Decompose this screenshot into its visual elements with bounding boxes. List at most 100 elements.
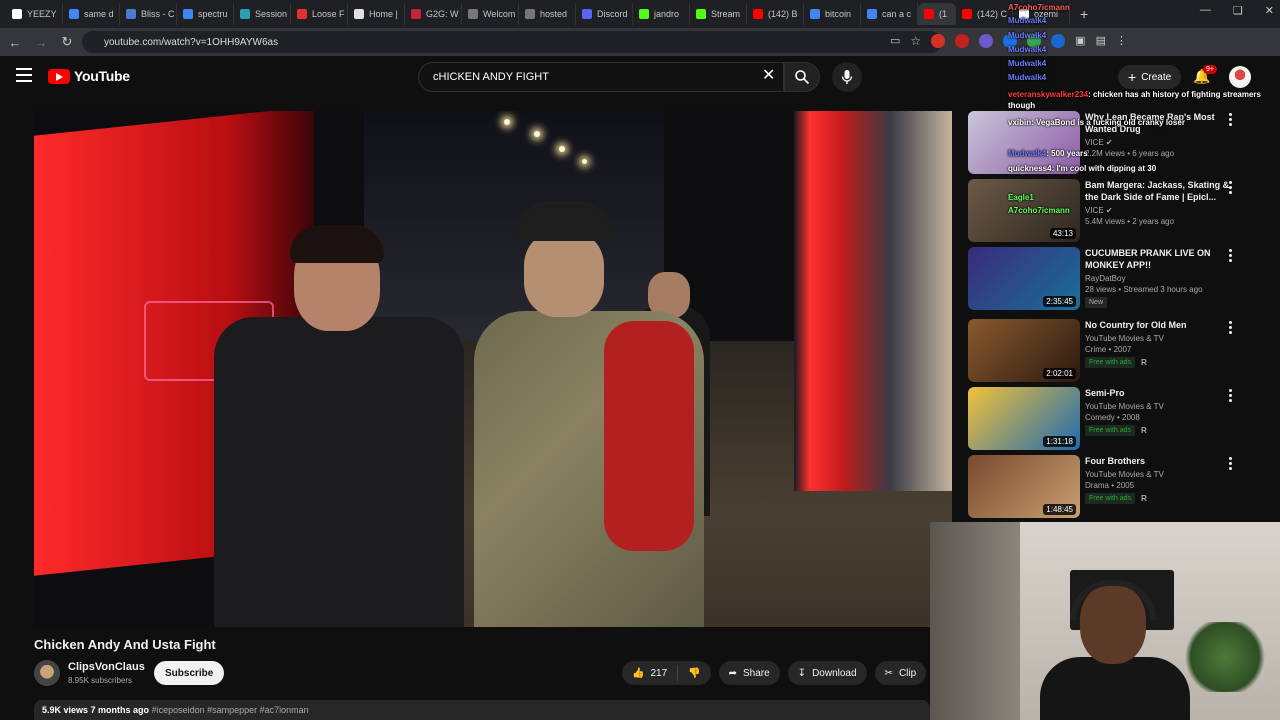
sidepanel-icon[interactable]: ▤ <box>1096 34 1106 48</box>
forward-icon[interactable]: → <box>30 35 52 50</box>
browser-tab[interactable]: ozemi <box>1013 3 1070 25</box>
browser-tab-label: ozemi <box>1034 9 1059 19</box>
webcam-person-shirt <box>1040 657 1190 720</box>
rec-channel[interactable]: VICE ✔ <box>1085 206 1235 215</box>
rec-title[interactable]: Four Brothers <box>1085 455 1235 467</box>
browser-tab[interactable]: bitcoin <box>804 3 861 25</box>
reload-icon[interactable]: ↻ <box>56 34 78 50</box>
more-options-icon[interactable] <box>1229 113 1233 128</box>
browser-tab[interactable]: Session <box>234 3 291 25</box>
rec-channel[interactable]: VICE ✔ <box>1085 138 1235 147</box>
window-controls: — ❏ ✕ <box>1200 4 1274 17</box>
browser-tab[interactable]: spectru <box>177 3 234 25</box>
cast-icon[interactable]: ▭ <box>890 34 900 48</box>
rec-channel[interactable]: YouTube Movies & TV <box>1085 402 1235 411</box>
extension-icon[interactable] <box>1027 34 1042 48</box>
rec-channel[interactable]: RayDatBoy <box>1085 274 1235 283</box>
subscribe-button[interactable]: Subscribe <box>154 661 225 685</box>
menu-icon[interactable]: ⋮ <box>1116 34 1127 48</box>
youtube-logo[interactable]: YouTube <box>48 68 130 84</box>
browser-tab[interactable]: Loose F <box>291 3 348 25</box>
browser-tab-label: (1 <box>939 9 948 19</box>
browser-tab[interactable]: YEEZY <box>6 3 63 25</box>
clear-search-icon[interactable]: ✕ <box>762 68 775 84</box>
browser-tab[interactable]: hosted <box>519 3 576 25</box>
account-avatar[interactable] <box>1229 66 1251 88</box>
rec-channel[interactable]: YouTube Movies & TV <box>1085 470 1235 479</box>
tab-favicon-icon <box>867 9 877 19</box>
browser-tab[interactable]: jandro <box>633 3 690 25</box>
browser-tab[interactable]: (142) C <box>956 3 1013 25</box>
url-field[interactable]: youtube.com/watch?v=1OHH9AYW6as <box>82 31 942 53</box>
video-player[interactable] <box>34 111 952 627</box>
bookmark-star-icon[interactable]: ☆ <box>910 34 921 48</box>
rec-rating: R <box>1141 426 1147 435</box>
like-button[interactable]: 👍 217 <box>622 668 677 679</box>
rec-duration: 43:13 <box>1049 228 1076 239</box>
browser-tab[interactable]: can a c <box>861 3 918 25</box>
browser-tab[interactable]: Bliss - C <box>120 3 177 25</box>
extension-icon[interactable] <box>931 34 946 48</box>
rec-title[interactable]: No Country for Old Men <box>1085 319 1235 331</box>
more-options-icon[interactable] <box>1229 389 1233 404</box>
rec-rating: R <box>1141 358 1147 367</box>
rec-title[interactable]: Bam Margera: Jackass, Skating & the Dark… <box>1085 179 1235 203</box>
create-button[interactable]: + Create <box>1118 65 1182 89</box>
more-options-icon[interactable] <box>1229 249 1233 264</box>
rec-thumbnail[interactable]: 1:48:45 <box>968 455 1080 518</box>
hashtags[interactable]: #iceposeidon #sampepper #ac7ionman <box>152 705 309 715</box>
dislike-button[interactable]: 👎 <box>678 668 710 679</box>
puzzle-icon[interactable]: ▣ <box>1075 34 1085 48</box>
extension-icon[interactable] <box>1003 34 1018 48</box>
browser-tab[interactable]: G2G: W <box>405 3 462 25</box>
rec-title[interactable]: Semi-Pro <box>1085 387 1235 399</box>
rec-thumbnail[interactable]: 2:02:01 <box>968 319 1080 382</box>
back-icon[interactable]: ← <box>4 35 26 50</box>
browser-tab[interactable]: Home | <box>348 3 405 25</box>
url-text: youtube.com/watch?v=1OHH9AYW6as <box>104 36 279 48</box>
browser-tab[interactable]: Welcom <box>462 3 519 25</box>
channel-avatar[interactable] <box>34 660 60 686</box>
browser-tab[interactable]: (1 <box>918 3 956 25</box>
extension-icon[interactable] <box>1051 34 1066 48</box>
hamburger-menu-icon[interactable] <box>16 68 32 86</box>
download-button[interactable]: ↧ Download <box>787 661 867 685</box>
share-button[interactable]: ➦ Share <box>718 661 780 685</box>
rec-info: No Country for Old Men YouTube Movies & … <box>1085 319 1235 368</box>
rec-title[interactable]: Why Lean Became Rap's Most Wanted Drug <box>1085 111 1235 135</box>
channel-name[interactable]: ClipsVonClaus <box>68 661 145 673</box>
recommended-video[interactable]: 2:35:45 CUCUMBER PRANK LIVE ON MONKEY AP… <box>968 247 1268 311</box>
browser-tab[interactable]: (142) B <box>747 3 804 25</box>
description-box[interactable]: 5.9K views 7 months ago #iceposeidon #sa… <box>34 700 930 720</box>
minimize-icon[interactable]: — <box>1200 4 1211 17</box>
search-input[interactable]: cHICKEN ANDY FIGHT <box>418 62 784 92</box>
restore-icon[interactable]: ❏ <box>1233 4 1243 17</box>
voice-search-button[interactable] <box>832 62 862 92</box>
clip-button[interactable]: ✂ Clip <box>874 661 927 685</box>
recommended-video[interactable]: 2:02:01 No Country for Old Men YouTube M… <box>968 319 1268 383</box>
recommended-video[interactable]: 1:31:18 Semi-Pro YouTube Movies & TV Com… <box>968 387 1268 451</box>
extension-icon[interactable] <box>979 34 994 48</box>
rec-title[interactable]: CUCUMBER PRANK LIVE ON MONKEY APP!! <box>1085 247 1235 271</box>
address-bar: ← → ↻ youtube.com/watch?v=1OHH9AYW6as ▭ … <box>0 28 1280 56</box>
rec-thumbnail[interactable]: 2:35:45 <box>968 247 1080 310</box>
more-options-icon[interactable] <box>1229 457 1233 472</box>
rec-duration: 1:48:45 <box>1043 504 1076 515</box>
browser-tab[interactable]: same d <box>63 3 120 25</box>
recommended-video[interactable]: 1:48:45 Four Brothers YouTube Movies & T… <box>968 455 1268 519</box>
rec-thumbnail[interactable] <box>968 111 1080 174</box>
browser-tab[interactable]: Discord <box>576 3 633 25</box>
extension-icon[interactable] <box>955 34 970 48</box>
recommended-video[interactable]: 43:13 Bam Margera: Jackass, Skating & th… <box>968 179 1268 243</box>
tab-favicon-icon <box>468 9 478 19</box>
rec-channel[interactable]: YouTube Movies & TV <box>1085 334 1235 343</box>
more-options-icon[interactable] <box>1229 181 1233 196</box>
new-tab-icon[interactable]: + <box>1080 6 1088 22</box>
rec-thumbnail[interactable]: 1:31:18 <box>968 387 1080 450</box>
close-window-icon[interactable]: ✕ <box>1265 4 1274 17</box>
browser-tab[interactable]: Stream <box>690 3 747 25</box>
search-button[interactable] <box>784 62 820 92</box>
more-options-icon[interactable] <box>1229 321 1233 336</box>
rec-thumbnail[interactable]: 43:13 <box>968 179 1080 242</box>
recommended-video[interactable]: Why Lean Became Rap's Most Wanted Drug V… <box>968 111 1268 175</box>
